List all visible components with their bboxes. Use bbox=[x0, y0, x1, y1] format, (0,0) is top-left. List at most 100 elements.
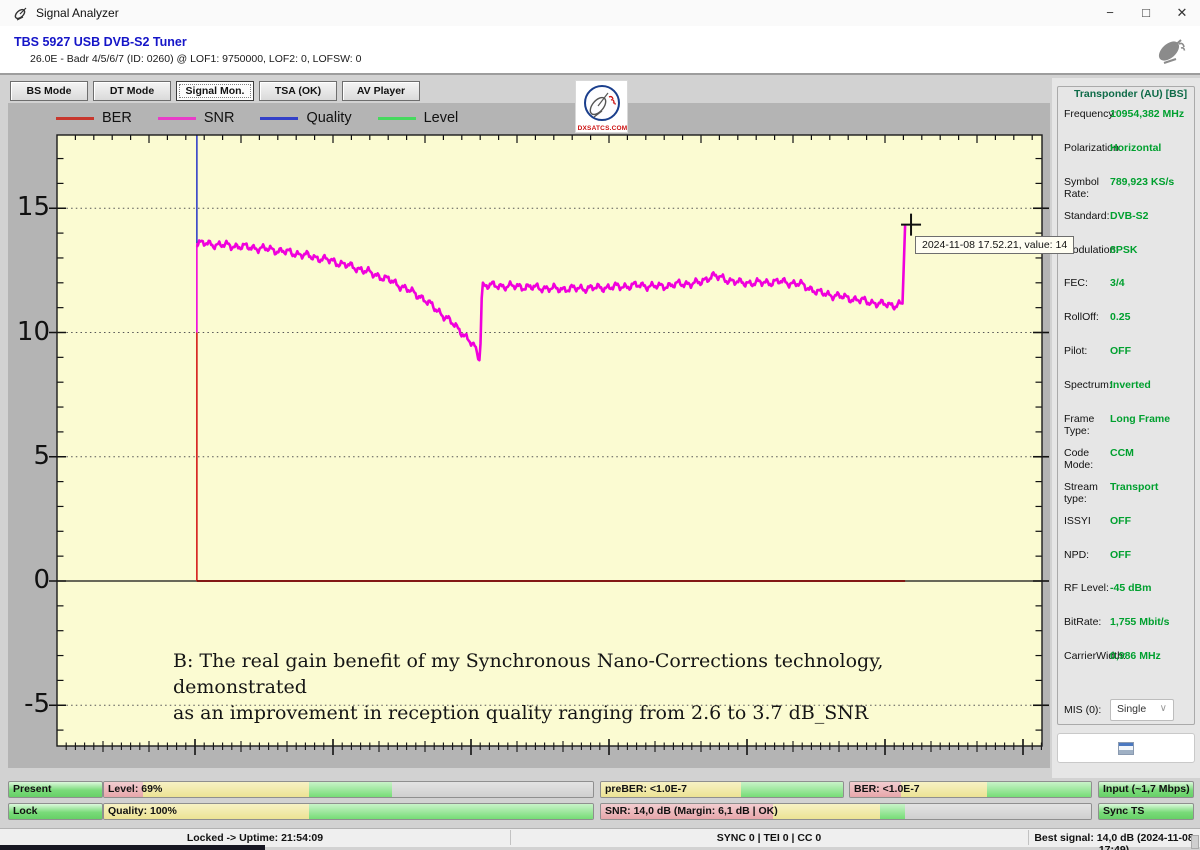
meter-snr: SNR: 14,0 dB (Margin: 6,1 dB | OK) bbox=[600, 803, 1092, 820]
mis-label: MIS (0): bbox=[1064, 704, 1110, 716]
transponder-row: Code Mode:CCM bbox=[1064, 447, 1190, 481]
transponder-row-value: OFF bbox=[1110, 549, 1131, 561]
mis-selected-value: Single bbox=[1117, 703, 1146, 715]
meter-segment-green bbox=[741, 782, 843, 797]
minimize-button[interactable]: − bbox=[1095, 3, 1125, 23]
transponder-row: Frame Type:Long Frame bbox=[1064, 413, 1190, 447]
bar-label: preBER: <1.0E-7 bbox=[605, 783, 687, 795]
tab-dt-mode[interactable]: DT Mode bbox=[93, 81, 171, 101]
meter-quality: Quality: 100% bbox=[103, 803, 594, 820]
chart-annotation: B: The real gain benefit of my Synchrono… bbox=[173, 648, 1013, 726]
meter-segment-green bbox=[880, 804, 905, 819]
transponder-row-label: Symbol Rate: bbox=[1064, 176, 1110, 200]
y-axis-label: 15 bbox=[8, 192, 50, 222]
transponder-row-label: CarrierWidth: bbox=[1064, 650, 1110, 662]
mis-select[interactable]: Single ∨ bbox=[1110, 699, 1174, 721]
transponder-row-label: Spectrum: bbox=[1064, 379, 1110, 391]
status-divider bbox=[510, 830, 511, 845]
y-axis-label: 10 bbox=[8, 317, 50, 347]
meter-segments bbox=[104, 782, 593, 797]
y-axis-label: 0 bbox=[8, 565, 50, 595]
meter-segment-yellow bbox=[143, 782, 309, 797]
chevron-down-icon: ∨ bbox=[1160, 703, 1167, 714]
transponder-row: Stream type:Transport bbox=[1064, 481, 1190, 515]
panel-action-button[interactable] bbox=[1057, 733, 1195, 763]
indicator-lock: Lock bbox=[8, 803, 103, 820]
transponder-row-value: 1,755 Mbit/s bbox=[1110, 616, 1170, 628]
meter-segment-yellow bbox=[773, 804, 881, 819]
satellite-dish-icon bbox=[1156, 35, 1188, 65]
transponder-row: Standard:DVB-S2 bbox=[1064, 210, 1190, 244]
meter-segment-gray bbox=[905, 804, 1091, 819]
indicator-sync-ts: Sync TS bbox=[1098, 803, 1194, 820]
meter-segment-green bbox=[309, 804, 593, 819]
device-title: TBS 5927 USB DVB-S2 Tuner bbox=[14, 35, 187, 49]
bar-label: Quality: 100% bbox=[108, 805, 177, 817]
transponder-row: Symbol Rate:789,923 KS/s bbox=[1064, 176, 1190, 210]
transponder-row: Pilot:OFF bbox=[1064, 345, 1190, 379]
chart-panel: BERSNRQualityLevel 151050-5 2024-11-08 1… bbox=[8, 103, 1050, 768]
meter-ber: BER: <1.0E-7 bbox=[849, 781, 1092, 798]
transponder-row-label: Standard: bbox=[1064, 210, 1110, 222]
transponder-row-value: Long Frame bbox=[1110, 413, 1170, 425]
meter-segments bbox=[104, 804, 593, 819]
transponder-row: Frequency:10954,382 MHz bbox=[1064, 108, 1190, 142]
transponder-row: CarrierWidth:0,986 MHz bbox=[1064, 650, 1190, 684]
bar-label: Sync TS bbox=[1103, 805, 1144, 817]
mis-row: MIS (0): Single ∨ bbox=[1064, 699, 1190, 721]
transponder-row: Polarization:Horizontal bbox=[1064, 142, 1190, 176]
bar-label: SNR: 14,0 dB (Margin: 6,1 dB | OK) bbox=[605, 805, 778, 817]
transponder-title: Transponder (AU) [BS] bbox=[1070, 88, 1191, 100]
transponder-row-value: Horizontal bbox=[1110, 142, 1161, 154]
meter-level: Level: 69% bbox=[103, 781, 594, 798]
maximize-button[interactable]: □ bbox=[1131, 3, 1161, 23]
tab-bs-mode[interactable]: BS Mode bbox=[10, 81, 88, 101]
transponder-row: NPD:OFF bbox=[1064, 549, 1190, 583]
transponder-row-label: Frequency: bbox=[1064, 108, 1110, 120]
annotation-line-1: B: The real gain benefit of my Synchrono… bbox=[173, 648, 1013, 700]
close-button[interactable]: ✕ bbox=[1167, 3, 1197, 23]
transponder-row-value: OFF bbox=[1110, 515, 1131, 527]
bar-label: Level: 69% bbox=[108, 783, 162, 795]
meter-segment-green bbox=[987, 782, 1091, 797]
bar-label: Lock bbox=[13, 805, 38, 817]
divider bbox=[0, 73, 1200, 75]
bar-label: Present bbox=[13, 783, 52, 795]
transponder-row-label: RF Level: bbox=[1064, 582, 1110, 594]
transponder-row: BitRate:1,755 Mbit/s bbox=[1064, 616, 1190, 650]
transponder-rows: Frequency:10954,382 MHzPolarization:Hori… bbox=[1064, 108, 1190, 684]
device-subtitle: 26.0E - Badr 4/5/6/7 (ID: 0260) @ LOF1: … bbox=[30, 53, 361, 65]
y-axis-label: -5 bbox=[8, 689, 50, 719]
tab-signal-mon-[interactable]: Signal Mon. bbox=[176, 81, 254, 101]
transponder-row-label: BitRate: bbox=[1064, 616, 1110, 628]
transponder-row: RollOff:0.25 bbox=[1064, 311, 1190, 345]
dxsatcs-logo: DXSATCS.COM bbox=[575, 80, 628, 133]
transponder-row-label: Stream type: bbox=[1064, 481, 1110, 505]
indicator-present: Present bbox=[8, 781, 103, 798]
scrollbar-fragment[interactable] bbox=[1191, 835, 1199, 849]
transponder-row-value: 0,986 MHz bbox=[1110, 650, 1161, 662]
transponder-row-value: -45 dBm bbox=[1110, 582, 1151, 594]
meter-segment-green bbox=[309, 782, 392, 797]
transponder-row-value: OFF bbox=[1110, 345, 1131, 357]
transponder-row-value: CCM bbox=[1110, 447, 1134, 459]
transponder-row-value: Transport bbox=[1110, 481, 1158, 493]
indicator-input-1-7-mbps-: Input (~1,7 Mbps) bbox=[1098, 781, 1194, 798]
header: TBS 5927 USB DVB-S2 Tuner 26.0E - Badr 4… bbox=[0, 26, 1200, 73]
app-icon bbox=[14, 6, 29, 21]
logo-dish-icon bbox=[576, 81, 629, 125]
window-title: Signal Analyzer bbox=[36, 6, 119, 20]
meter-preber: preBER: <1.0E-7 bbox=[600, 781, 844, 798]
bar-label: Input (~1,7 Mbps) bbox=[1103, 783, 1190, 795]
y-axis-label: 5 bbox=[8, 441, 50, 471]
logo-text: DXSATCS.COM bbox=[576, 125, 629, 132]
status-best-signal: Best signal: 14,0 dB (2024-11-08 17:49) bbox=[1028, 832, 1200, 850]
transponder-row-label: RollOff: bbox=[1064, 311, 1110, 323]
tab-tsa-ok-[interactable]: TSA (OK) bbox=[259, 81, 337, 101]
transponder-row-value: 789,923 KS/s bbox=[1110, 176, 1174, 188]
meter-segment-gray bbox=[392, 782, 592, 797]
transponder-row: Modulation:8PSK bbox=[1064, 244, 1190, 278]
transponder-row: Spectrum:Inverted bbox=[1064, 379, 1190, 413]
tab-av-player[interactable]: AV Player bbox=[342, 81, 420, 101]
transponder-row: RF Level:-45 dBm bbox=[1064, 582, 1190, 616]
